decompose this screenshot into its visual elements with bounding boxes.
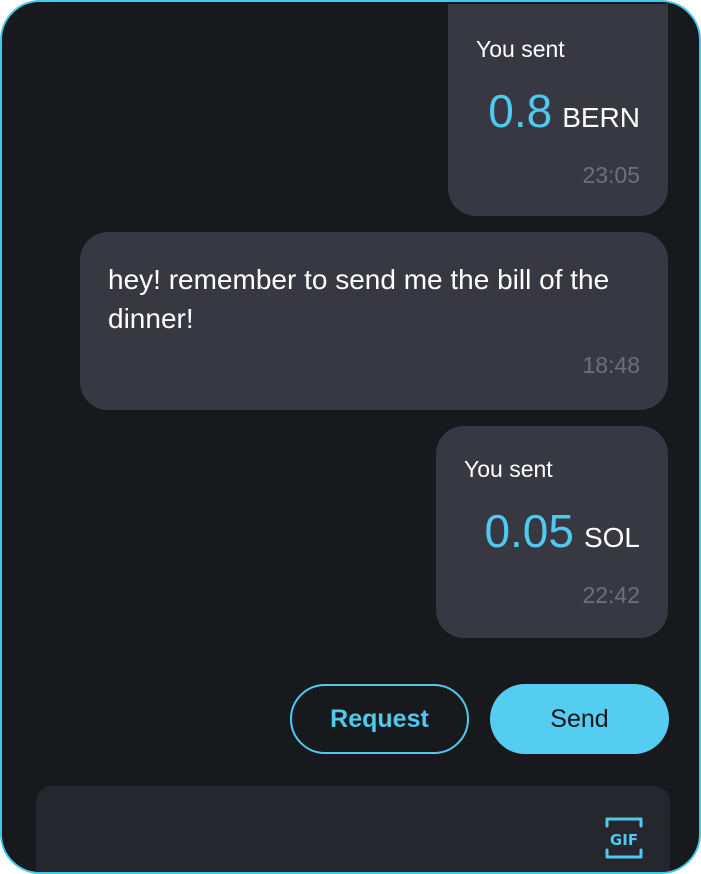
message-timestamp: 22:42 — [582, 582, 640, 608]
text-message-bubble[interactable]: hey! remember to send me the bill of the… — [80, 232, 668, 410]
transaction-label: You sent — [464, 456, 553, 482]
transaction-currency: SOL — [583, 522, 640, 553]
message-text: hey! remember to send me the bill of the… — [108, 264, 610, 334]
message-timestamp: 23:05 — [582, 162, 640, 188]
transaction-bubble-bern[interactable]: You sent 0.8 BERN 23:05 — [448, 4, 668, 216]
gif-icon-text: GIF — [610, 831, 638, 849]
gif-icon[interactable]: GIF — [604, 816, 644, 860]
chat-window: You sent 0.8 BERN 23:05 hey! remember to… — [0, 0, 701, 874]
send-button[interactable]: Send — [490, 684, 669, 754]
transaction-bubble-sol[interactable]: You sent 0.05 SOL 22:42 — [436, 426, 668, 638]
transaction-amount: 0.8 — [488, 85, 553, 137]
transaction-currency: BERN — [562, 102, 640, 133]
message-timestamp: 18:48 — [582, 352, 640, 378]
transaction-amount: 0.05 — [484, 505, 574, 557]
transaction-label: You sent — [476, 36, 565, 62]
transaction-amount-row: 0.05 SOL — [484, 504, 640, 558]
transaction-amount-row: 0.8 BERN — [488, 84, 640, 138]
request-button[interactable]: Request — [290, 684, 469, 754]
message-composer[interactable]: GIF — [36, 786, 670, 872]
